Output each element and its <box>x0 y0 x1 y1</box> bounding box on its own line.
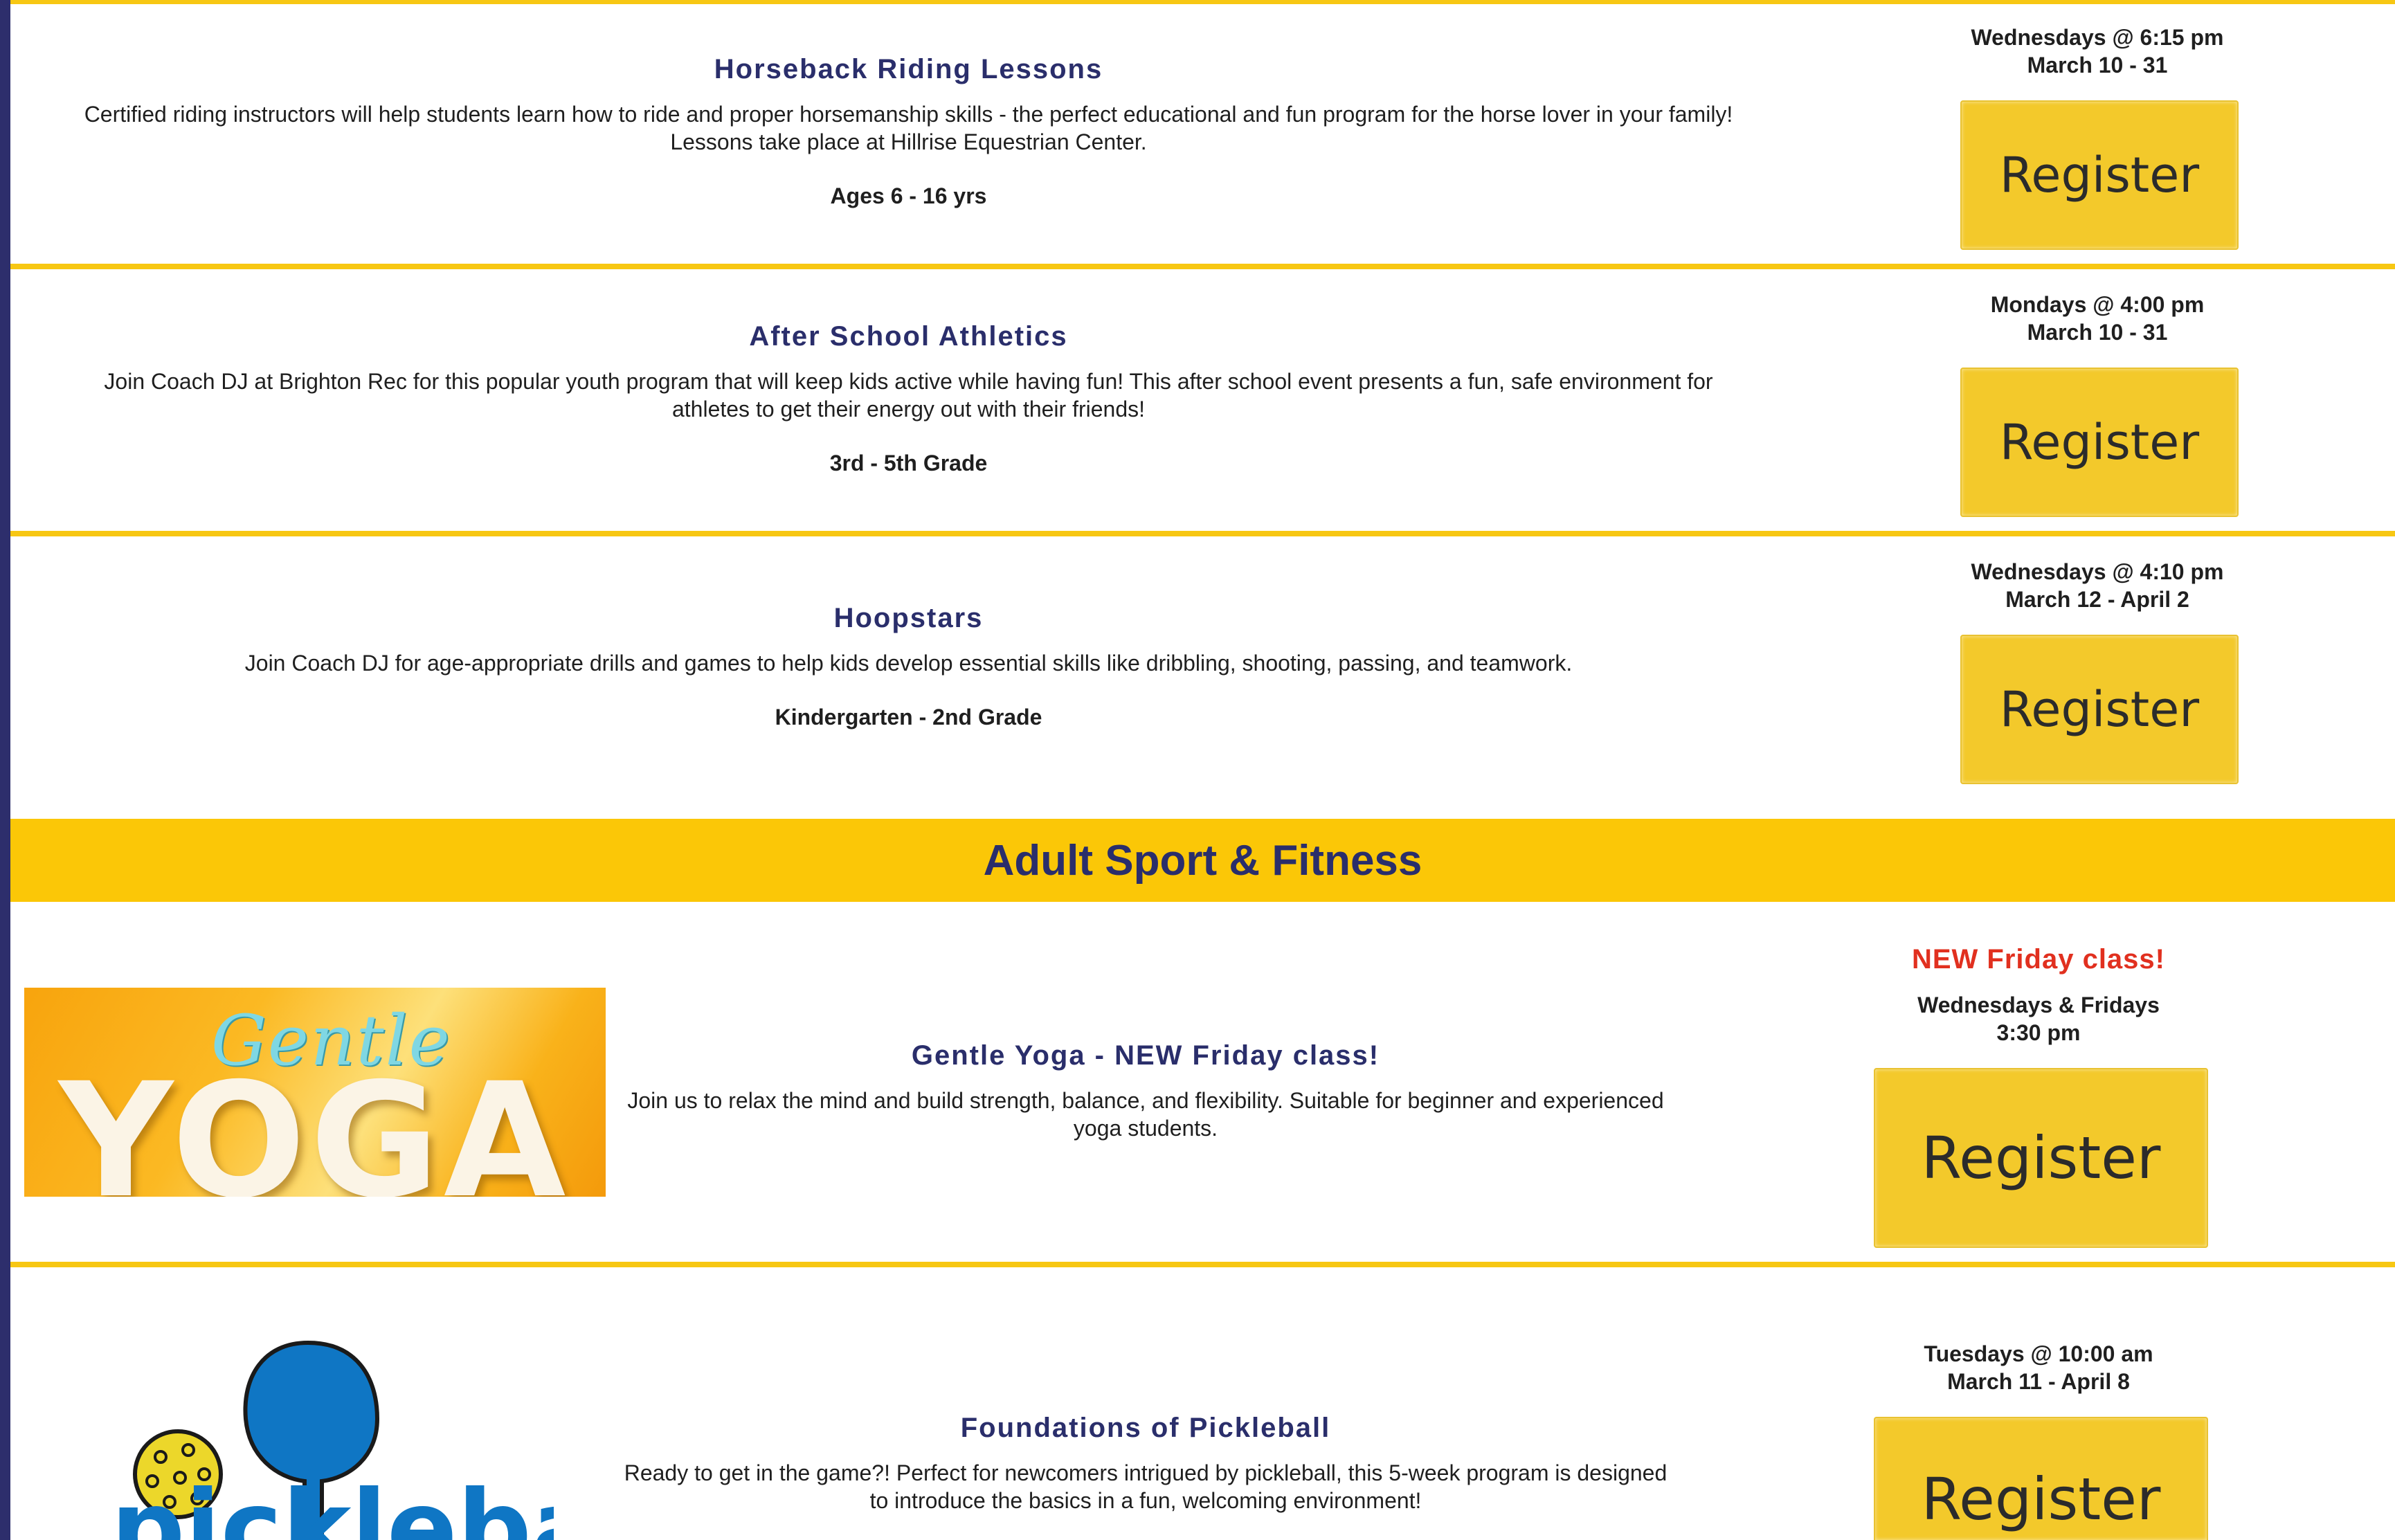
new-class-label: NEW Friday class! <box>1911 944 2165 975</box>
schedule-time: 3:30 pm <box>1996 1020 2081 1045</box>
program-title: Gentle Yoga - NEW Friday class! <box>911 1040 1380 1071</box>
program-title: Foundations of Pickleball <box>960 1413 1331 1443</box>
left-accent-bar <box>0 0 10 1540</box>
program-schedule: Wednesdays @ 6:15 pm March 10 - 31 <box>1890 24 2305 79</box>
program-description: Certified riding instructors will help s… <box>84 102 1733 154</box>
divider <box>10 1262 2395 1267</box>
program-info: Gentle Yoga - NEW Friday class! Join us … <box>623 1040 1668 1142</box>
program-description: Join Coach DJ at Brighton Rec for this p… <box>104 369 1713 422</box>
gentle-yoga-image: Gentle YOGA <box>24 988 606 1197</box>
program-description: Join us to relax the mind and build stre… <box>627 1088 1664 1141</box>
register-button[interactable]: Register <box>1960 635 2239 784</box>
schedule-dates: March 11 - April 8 <box>1947 1369 2130 1394</box>
schedule-dates: March 10 - 31 <box>2027 53 2168 78</box>
program-description: Join Coach DJ for age-appropriate drills… <box>244 651 1573 676</box>
program-info: Foundations of Pickleball Ready to get i… <box>623 1413 1668 1514</box>
register-button[interactable]: Register <box>1874 1068 2208 1248</box>
pickleball-logo-text: pickleball <box>111 1469 554 1540</box>
divider <box>10 0 2395 4</box>
program-age: 3rd - 5th Grade <box>829 451 988 475</box>
divider <box>10 531 2395 536</box>
program-age: Kindergarten - 2nd Grade <box>775 705 1042 730</box>
schedule-dates: March 12 - April 2 <box>2005 587 2189 612</box>
schedule-days: Wednesdays & Fridays <box>1917 993 2160 1017</box>
program-info: Hoopstars Join Coach DJ for age-appropri… <box>76 603 1741 730</box>
register-button[interactable]: Register <box>1960 368 2239 517</box>
program-schedule: Wednesdays & Fridays 3:30 pm <box>1800 991 2277 1047</box>
divider <box>10 264 2395 269</box>
program-title: Hoopstars <box>833 603 984 633</box>
schedule-dates: March 10 - 31 <box>2027 320 2168 345</box>
program-description: Ready to get in the game?! Perfect for n… <box>624 1460 1668 1513</box>
program-schedule: Mondays @ 4:00 pm March 10 - 31 <box>1890 291 2305 346</box>
pickleball-logo: pickleball <box>97 1336 554 1540</box>
program-info: Horseback Riding Lessons Certified ridin… <box>76 54 1741 209</box>
yoga-image-word-yoga: YOGA <box>59 1049 570 1197</box>
program-schedule: Wednesdays @ 4:10 pm March 12 - April 2 <box>1890 558 2305 613</box>
program-title: Horseback Riding Lessons <box>714 54 1103 84</box>
pickleball-icon: pickleball <box>111 1340 554 1540</box>
program-title: After School Athletics <box>749 321 1068 352</box>
section-title: Adult Sport & Fitness <box>983 836 1422 885</box>
program-info: After School Athletics Join Coach DJ at … <box>76 321 1741 476</box>
register-button[interactable]: Register <box>1874 1417 2208 1540</box>
schedule-days: Tuesdays @ 10:00 am <box>1924 1341 2153 1366</box>
program-age: Ages 6 - 16 yrs <box>830 183 987 208</box>
schedule-days: Wednesdays @ 4:10 pm <box>1971 559 2224 584</box>
schedule-days: Wednesdays @ 6:15 pm <box>1971 25 2224 50</box>
section-header: Adult Sport & Fitness <box>10 819 2395 902</box>
schedule-days: Mondays @ 4:00 pm <box>1990 292 2205 317</box>
program-schedule: Tuesdays @ 10:00 am March 11 - April 8 <box>1800 1340 2277 1395</box>
register-button[interactable]: Register <box>1960 100 2239 250</box>
